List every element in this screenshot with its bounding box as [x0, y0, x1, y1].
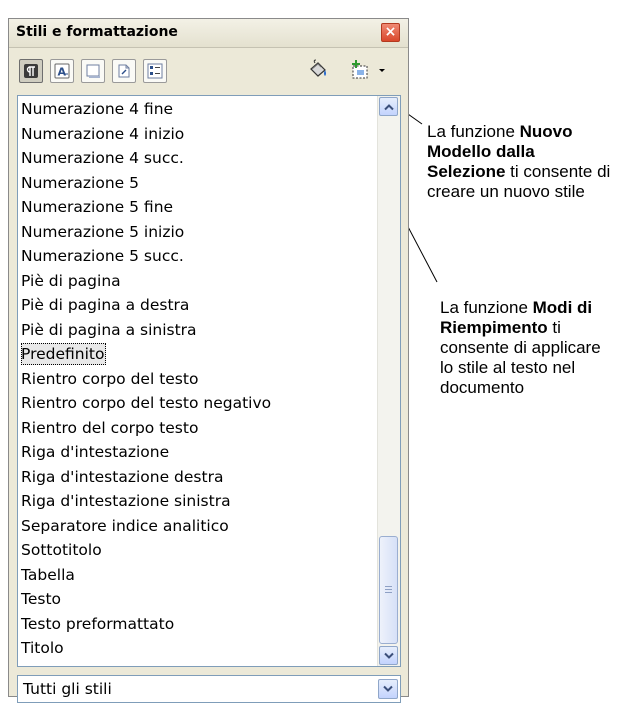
style-list-item[interactable]: Riga d'intestazione [21, 441, 169, 463]
list-styles-icon [147, 63, 163, 79]
callout-fill-mode-prefix: La funzione [440, 298, 533, 317]
fill-format-mode-button[interactable] [305, 57, 331, 83]
paragraph-styles-icon [24, 64, 38, 78]
grip-icon [385, 586, 392, 594]
style-list-item[interactable]: Piè di pagina [21, 270, 121, 292]
fill-format-mode-icon [310, 59, 326, 77]
panel-title: Stili e formattazione [16, 24, 178, 40]
style-list-item[interactable]: Numerazione 4 inizio [21, 123, 184, 145]
styles-toolbar: A [9, 48, 408, 97]
style-list-item[interactable]: Testo preformattato [21, 613, 174, 635]
style-list-item[interactable]: Numerazione 5 [21, 172, 139, 194]
style-list-item[interactable]: Titolo [21, 637, 64, 659]
panel-titlebar: Stili e formattazione × [9, 19, 408, 48]
scrollbar-thumb[interactable] [379, 536, 398, 644]
callout-fill-format-mode: La funzione Modi di Riempimento ti conse… [440, 298, 614, 398]
frame-styles-button[interactable] [81, 59, 105, 83]
page-styles-button[interactable] [112, 59, 136, 83]
style-list-item[interactable]: Numerazione 5 succ. [21, 245, 184, 267]
style-list-item[interactable]: Numerazione 4 fine [21, 98, 173, 120]
scroll-up-button[interactable] [379, 97, 398, 116]
style-list-item[interactable]: Numerazione 5 inizio [21, 221, 184, 243]
chevron-down-icon [383, 685, 393, 692]
new-style-from-selection-icon [352, 60, 368, 79]
close-icon[interactable]: × [381, 23, 400, 42]
style-list-item[interactable]: Piè di pagina a destra [21, 294, 189, 316]
style-list-item[interactable]: Testo [21, 588, 61, 610]
callout-new-style-prefix: La funzione [427, 122, 520, 141]
style-list-item[interactable]: Piè di pagina a sinistra [21, 319, 197, 341]
character-styles-button[interactable]: A [50, 59, 74, 83]
scroll-down-button[interactable] [379, 646, 398, 665]
vertical-scrollbar[interactable] [377, 96, 400, 666]
chevron-down-icon [383, 652, 394, 659]
callout-new-style-from-selection: La funzione Nuovo Modello dalla Selezion… [427, 122, 615, 202]
style-list-item-selected[interactable]: Predefinito [21, 343, 107, 365]
paragraph-styles-button[interactable] [19, 59, 43, 83]
frame-styles-icon [86, 64, 100, 78]
styles-list[interactable]: Numerazione 4 fine Numerazione 4 inizio Nu… [17, 95, 401, 667]
style-list-item[interactable]: Riga d'intestazione sinistra [21, 490, 231, 512]
style-list-item[interactable]: Tabella [21, 564, 75, 586]
style-filter-dropdown-button[interactable] [378, 679, 398, 699]
style-list-item[interactable]: Rientro corpo del testo negativo [21, 392, 271, 414]
style-filter-select[interactable]: Tutti gli stili [17, 675, 401, 703]
style-list-item[interactable]: Riga d'intestazione destra [21, 466, 223, 488]
new-style-from-selection-button[interactable] [347, 57, 373, 83]
style-list-item[interactable]: Numerazione 5 fine [21, 196, 173, 218]
style-list-item[interactable]: Separatore indice analitico [21, 515, 229, 537]
character-styles-icon: A [54, 63, 70, 79]
style-list-item[interactable]: Rientro corpo del testo [21, 368, 198, 390]
style-list-item[interactable]: Rientro del corpo testo [21, 417, 198, 439]
list-styles-button[interactable] [143, 59, 167, 83]
style-list-item[interactable]: Numerazione 4 succ. [21, 147, 184, 169]
dropdown-arrow-icon[interactable] [375, 57, 389, 83]
styles-and-formatting-panel: Stili e formattazione × A Numerazione 4 … [8, 18, 409, 703]
page-styles-icon [118, 64, 130, 78]
style-filter-value: Tutti gli stili [23, 680, 112, 698]
style-list-item[interactable]: Sottotitolo [21, 539, 102, 561]
chevron-up-icon [383, 103, 394, 110]
svg-text:A: A [58, 66, 67, 79]
